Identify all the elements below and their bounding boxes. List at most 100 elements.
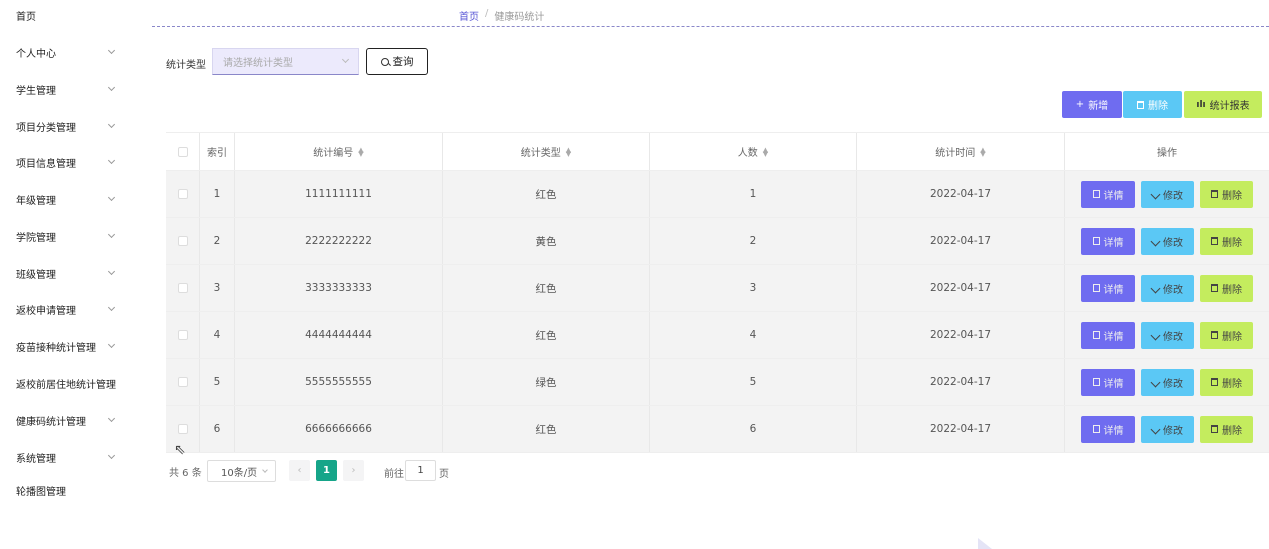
chevron-down-icon — [107, 156, 116, 165]
page-number-button[interactable]: 1 — [316, 460, 337, 481]
row-checkbox[interactable] — [177, 330, 188, 340]
row-checkbox[interactable] — [177, 424, 188, 434]
query-button[interactable]: 查询 — [366, 48, 428, 75]
column-header-code[interactable]: 统计编号 ▲ ▼ — [235, 133, 443, 170]
cell-count: 6 — [650, 406, 857, 452]
column-header-count[interactable]: 人数 ▲ ▼ — [650, 133, 857, 170]
sidebar-item-class[interactable]: 班级管理 — [16, 264, 116, 282]
sidebar-item-personal-center[interactable]: 个人中心 — [16, 43, 116, 61]
detail-button[interactable]: 详情 — [1081, 415, 1135, 443]
row-checkbox[interactable] — [177, 283, 188, 293]
edit-button[interactable]: 修改 — [1141, 368, 1194, 396]
edit-button[interactable]: 修改 — [1141, 274, 1194, 302]
column-header-type[interactable]: 统计类型 ▲ ▼ — [443, 133, 650, 170]
sidebar-item-residence-stats[interactable]: 返校前居住地统计管理 — [16, 374, 126, 392]
cell-actions: 详情 修改 删除 — [1065, 218, 1269, 264]
edit-icon — [1150, 236, 1161, 246]
detail-button[interactable]: 详情 — [1081, 227, 1135, 255]
document-icon — [1092, 284, 1100, 292]
trash-icon — [1211, 378, 1218, 386]
column-header: 操作 — [1157, 148, 1177, 159]
cell-actions: 详情 修改 删除 — [1065, 265, 1269, 311]
sidebar-item-grade[interactable]: 年级管理 — [16, 190, 116, 208]
sort-icon[interactable]: ▲ ▼ — [358, 146, 363, 157]
delete-button-label: 删除 — [1222, 425, 1242, 437]
delete-button[interactable]: 删除 — [1200, 274, 1253, 302]
sort-icon[interactable]: ▲ ▼ — [980, 146, 985, 157]
cell-index: 2 — [200, 218, 235, 264]
sidebar-item-project-category[interactable]: 项目分类管理 — [16, 117, 116, 135]
detail-button[interactable]: 详情 — [1081, 321, 1135, 349]
goto-page-input[interactable]: 1 — [405, 460, 436, 481]
column-header-label: 统计编号 — [313, 148, 354, 159]
sort-icon[interactable]: ▲ ▼ — [566, 146, 571, 157]
page-size-select[interactable]: 10条/页 — [207, 460, 276, 482]
edit-button[interactable]: 修改 — [1141, 180, 1194, 208]
document-icon — [1092, 425, 1100, 433]
breadcrumb-home[interactable]: 首页 — [459, 8, 479, 23]
row-checkbox[interactable] — [177, 189, 188, 199]
sidebar-item-vaccine-stats[interactable]: 疫苗接种统计管理 — [16, 337, 116, 355]
add-button[interactable]: + 新增 — [1062, 91, 1122, 118]
edit-button-label: 修改 — [1163, 284, 1183, 296]
edit-button[interactable]: 修改 — [1141, 415, 1194, 443]
edit-icon — [1150, 330, 1161, 340]
sort-icon[interactable]: ▲ ▼ — [763, 146, 768, 157]
mouse-cursor-icon: ⇖ — [174, 442, 186, 458]
sidebar-item-health-code-stats[interactable]: 健康码统计管理 — [16, 411, 116, 429]
delete-button-label: 删除 — [1222, 237, 1242, 249]
edit-button[interactable]: 修改 — [1141, 321, 1194, 349]
column-header-time[interactable]: 统计时间 ▲ ▼ — [857, 133, 1065, 170]
delete-button[interactable]: 删除 — [1200, 180, 1253, 208]
table-header: 索引 统计编号 ▲ ▼ 统计类型 ▲ ▼ 人数 ▲ ▼ 统计时间 ▲ ▼ 操作 — [166, 133, 1269, 171]
cell-index: 5 — [200, 359, 235, 405]
sidebar-item-college[interactable]: 学院管理 — [16, 227, 116, 245]
sidebar-item-return-application[interactable]: 返校申请管理 — [16, 300, 116, 318]
sidebar-item-students[interactable]: 学生管理 — [16, 80, 116, 98]
cell-code: 1111111111 — [235, 171, 443, 217]
sidebar-item-carousel[interactable]: 轮播图管理 — [16, 481, 116, 499]
sidebar-item-home[interactable]: 首页 — [16, 6, 116, 24]
next-page-button[interactable]: › — [343, 460, 364, 481]
cell-time: 2022-04-17 — [857, 359, 1065, 405]
document-icon — [1092, 331, 1100, 339]
table-row: 4 4444444444 红色 4 2022-04-17 详情 修改 删除 — [166, 312, 1269, 359]
row-checkbox[interactable] — [177, 236, 188, 246]
delete-button[interactable]: 删除 — [1200, 321, 1253, 349]
select-all-checkbox[interactable] — [177, 146, 188, 157]
table-row: 2 2222222222 黄色 2 2022-04-17 详情 修改 删除 — [166, 218, 1269, 265]
data-table: 索引 统计编号 ▲ ▼ 统计类型 ▲ ▼ 人数 ▲ ▼ 统计时间 ▲ ▼ 操作 1 1111111… — [166, 132, 1269, 453]
detail-button[interactable]: 详情 — [1081, 368, 1135, 396]
pagination-total: 共 6 条 — [169, 467, 202, 479]
delete-button[interactable]: 删除 — [1200, 227, 1253, 255]
trash-icon — [1211, 331, 1218, 339]
cell-type: 绿色 — [443, 359, 650, 405]
stat-type-select[interactable]: 请选择统计类型 — [212, 48, 359, 75]
delete-button[interactable]: 删除 — [1200, 368, 1253, 396]
chevron-down-icon — [341, 55, 350, 64]
sidebar-item-label: 项目信息管理 — [16, 158, 76, 170]
cell-count: 3 — [650, 265, 857, 311]
batch-delete-button[interactable]: 删除 — [1123, 91, 1182, 118]
table-row: 5 5555555555 绿色 5 2022-04-17 详情 修改 删除 — [166, 359, 1269, 406]
detail-button[interactable]: 详情 — [1081, 274, 1135, 302]
filter-label: 统计类型 — [166, 60, 206, 71]
delete-button[interactable]: 删除 — [1200, 415, 1253, 443]
cell-code: 5555555555 — [235, 359, 443, 405]
row-checkbox[interactable] — [177, 377, 188, 387]
chevron-down-icon — [107, 340, 116, 349]
document-icon — [1092, 237, 1100, 245]
chevron-down-icon — [107, 267, 116, 276]
trash-icon — [1211, 425, 1218, 433]
cell-code: 2222222222 — [235, 218, 443, 264]
prev-page-button[interactable]: ‹ — [289, 460, 310, 481]
sidebar-item-project-info[interactable]: 项目信息管理 — [16, 153, 116, 171]
edit-icon — [1150, 424, 1161, 434]
cell-time: 2022-04-17 — [857, 312, 1065, 358]
detail-button[interactable]: 详情 — [1081, 180, 1135, 208]
goto-suffix: 页 — [439, 469, 449, 480]
sidebar-item-system[interactable]: 系统管理 — [16, 448, 116, 466]
edit-button[interactable]: 修改 — [1141, 227, 1194, 255]
report-button-label: 统计报表 — [1209, 101, 1250, 112]
report-button[interactable]: ılı 统计报表 — [1184, 91, 1262, 118]
